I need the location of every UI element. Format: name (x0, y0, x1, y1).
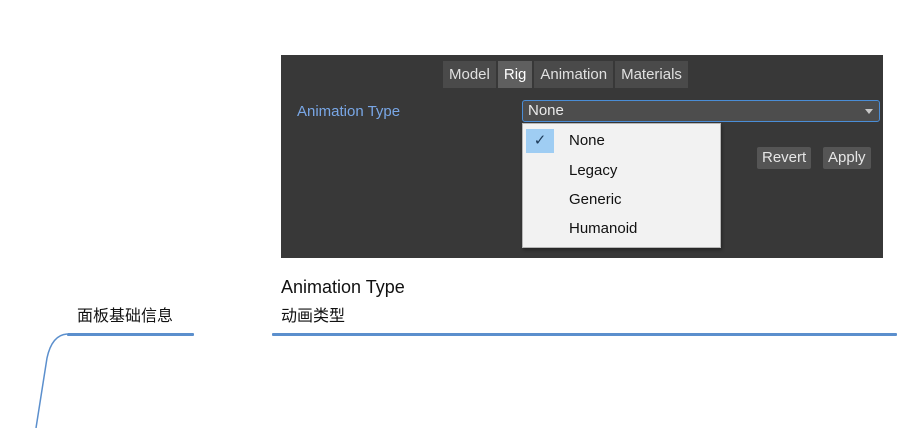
connector-curve (35, 333, 68, 428)
